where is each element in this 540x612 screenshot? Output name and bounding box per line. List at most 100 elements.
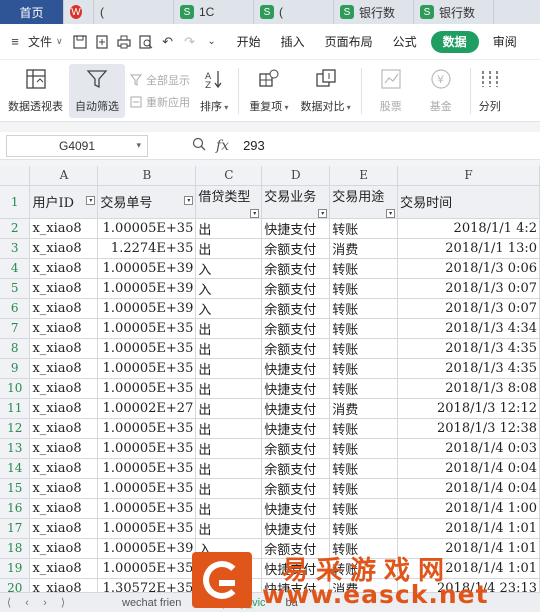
table-cell[interactable]: 转账 xyxy=(329,298,399,319)
table-cell[interactable]: 出 xyxy=(195,518,263,539)
sheet-tab[interactable]: wechat frien xyxy=(112,597,191,609)
table-cell[interactable]: x_xiao8 xyxy=(29,298,99,319)
column-header-b[interactable]: B xyxy=(97,166,197,186)
filter-dropdown-icon[interactable]: ▾ xyxy=(86,196,96,205)
field-header-cell[interactable]: 用户ID ▾ xyxy=(29,185,99,219)
table-cell[interactable]: 余额支付 xyxy=(261,458,331,479)
table-cell[interactable]: 1.2274E+35 xyxy=(97,238,197,259)
reapply-button[interactable]: 重新应用 xyxy=(129,91,190,113)
column-header-d[interactable]: D xyxy=(261,166,331,186)
print-preview-icon[interactable] xyxy=(135,31,157,53)
table-cell[interactable]: 1.30572E+35 xyxy=(97,578,197,592)
select-all-corner[interactable] xyxy=(0,166,31,186)
row-header[interactable]: 11 xyxy=(0,398,31,419)
split-column-button[interactable]: 分列 xyxy=(475,64,505,118)
table-cell[interactable]: 余额支付 xyxy=(261,298,331,319)
table-cell[interactable]: 1.00002E+27 xyxy=(97,398,197,419)
table-cell[interactable]: 1.00005E+35 xyxy=(97,318,197,339)
more-chevron-icon[interactable]: ⌄ xyxy=(201,31,223,53)
file-menu-button[interactable]: 文件 ∨ xyxy=(26,24,69,60)
table-cell[interactable]: 出 xyxy=(195,398,263,419)
row-header[interactable]: 10 xyxy=(0,378,31,399)
funds-button[interactable]: ¥ 基金 xyxy=(416,64,466,118)
table-cell[interactable]: 2018/1/4 0:04 xyxy=(397,458,540,479)
table-cell[interactable]: 2018/1/1 4:2 xyxy=(397,218,540,239)
table-cell[interactable]: 1.00005E+39 xyxy=(97,278,197,299)
table-cell[interactable]: 快捷支付 xyxy=(261,358,331,379)
table-cell[interactable]: 出 xyxy=(195,378,263,399)
row-header[interactable]: 9 xyxy=(0,358,31,379)
table-cell[interactable]: 转账 xyxy=(329,418,399,439)
table-cell[interactable]: x_xiao8 xyxy=(29,558,99,579)
table-cell[interactable]: 1.00005E+35 xyxy=(97,478,197,499)
table-cell[interactable]: x_xiao8 xyxy=(29,318,99,339)
table-cell[interactable]: 余额支付 xyxy=(261,318,331,339)
undo-icon[interactable]: ↶ xyxy=(157,31,179,53)
spreadsheet-grid[interactable]: ABCDEF 1 用户ID ▾ 交易单号 ▾ 借贷类型 ▾ 交易业务 ▾ 交易用途 ▾ 交易时间 2 x_… xyxy=(0,166,540,592)
column-header-e[interactable]: E xyxy=(329,166,399,186)
table-cell[interactable]: x_xiao8 xyxy=(29,518,99,539)
table-cell[interactable]: 消费 xyxy=(329,398,399,419)
table-cell[interactable]: 2018/1/3 0:07 xyxy=(397,298,540,319)
sheet-nav-icon[interactable]: ⟩ xyxy=(54,596,72,609)
table-cell[interactable]: 转账 xyxy=(329,438,399,459)
table-cell[interactable]: 1.00005E+35 xyxy=(97,558,197,579)
table-cell[interactable]: x_xiao8 xyxy=(29,378,99,399)
filter-dropdown-icon[interactable]: ▾ xyxy=(250,208,260,217)
table-cell[interactable]: 快捷支付 xyxy=(261,378,331,399)
save-icon[interactable] xyxy=(69,31,91,53)
table-cell[interactable]: x_xiao8 xyxy=(29,418,99,439)
table-cell[interactable]: 1.00005E+35 xyxy=(97,358,197,379)
table-cell[interactable]: 入 xyxy=(195,298,263,319)
table-cell[interactable]: 1.00005E+39 xyxy=(97,298,197,319)
filter-dropdown-icon[interactable]: ▾ xyxy=(386,208,396,217)
table-cell[interactable]: 2018/1/3 4:35 xyxy=(397,338,540,359)
redo-icon[interactable]: ↷ xyxy=(179,31,201,53)
table-cell[interactable]: x_xiao8 xyxy=(29,538,99,559)
sort-button[interactable]: AZ 排序 ▾ xyxy=(194,64,234,118)
table-cell[interactable]: 1.00005E+35 xyxy=(97,518,197,539)
row-header[interactable]: 2 xyxy=(0,218,31,239)
table-cell[interactable]: x_xiao8 xyxy=(29,478,99,499)
tab-4[interactable]: 公式 xyxy=(383,24,427,60)
table-cell[interactable]: x_xiao8 xyxy=(29,278,99,299)
field-header-cell[interactable]: 交易业务 ▾ xyxy=(261,185,331,219)
table-cell[interactable]: 转账 xyxy=(329,458,399,479)
tab-6[interactable]: 审阅 xyxy=(483,24,527,60)
table-cell[interactable]: 1.00005E+39 xyxy=(97,258,197,279)
table-cell[interactable]: 出 xyxy=(195,418,263,439)
row-header[interactable]: 5 xyxy=(0,278,31,299)
name-box-dropdown-icon[interactable]: ▾ xyxy=(136,140,141,151)
data-compare-button[interactable]: 数据对比 ▾ xyxy=(295,64,357,118)
document-tab[interactable]: W xyxy=(64,0,94,24)
table-cell[interactable]: 出 xyxy=(195,358,263,379)
table-cell[interactable]: 出 xyxy=(195,338,263,359)
table-cell[interactable]: 余额支付 xyxy=(261,278,331,299)
sheet-nav-icon[interactable]: › xyxy=(36,597,54,609)
table-cell[interactable]: 余额支付 xyxy=(261,438,331,459)
table-cell[interactable]: 2018/1/3 0:07 xyxy=(397,278,540,299)
table-cell[interactable]: 2018/1/4 1:01 xyxy=(397,518,540,539)
autofilter-button[interactable]: 自动筛选 xyxy=(69,64,125,118)
pivot-table-button[interactable]: 数据透视表 xyxy=(0,64,69,118)
row-header[interactable]: 17 xyxy=(0,518,31,539)
row-header[interactable]: 20 xyxy=(0,578,31,592)
table-cell[interactable]: 2018/1/1 13:0 xyxy=(397,238,540,259)
table-cell[interactable]: 余额支付 xyxy=(261,338,331,359)
table-cell[interactable]: 转账 xyxy=(329,278,399,299)
table-cell[interactable]: 出 xyxy=(195,238,263,259)
table-cell[interactable]: 转账 xyxy=(329,498,399,519)
stocks-button[interactable]: 股票 xyxy=(366,64,416,118)
table-cell[interactable]: 转账 xyxy=(329,478,399,499)
table-cell[interactable]: 1.00005E+35 xyxy=(97,338,197,359)
table-cell[interactable]: 1.00005E+35 xyxy=(97,458,197,479)
document-tab[interactable]: S 1C xyxy=(174,0,254,24)
column-header-a[interactable]: A xyxy=(29,166,99,186)
table-cell[interactable]: 出 xyxy=(195,218,263,239)
column-header-f[interactable]: F xyxy=(397,166,540,186)
document-tab[interactable]: S 银行数 xyxy=(414,0,494,24)
table-cell[interactable]: 2018/1/3 8:08 xyxy=(397,378,540,399)
document-tab[interactable]: S 银行数 xyxy=(334,0,414,24)
formula-input[interactable]: 293 xyxy=(243,138,265,153)
tab-3[interactable]: 页面布局 xyxy=(315,24,383,60)
